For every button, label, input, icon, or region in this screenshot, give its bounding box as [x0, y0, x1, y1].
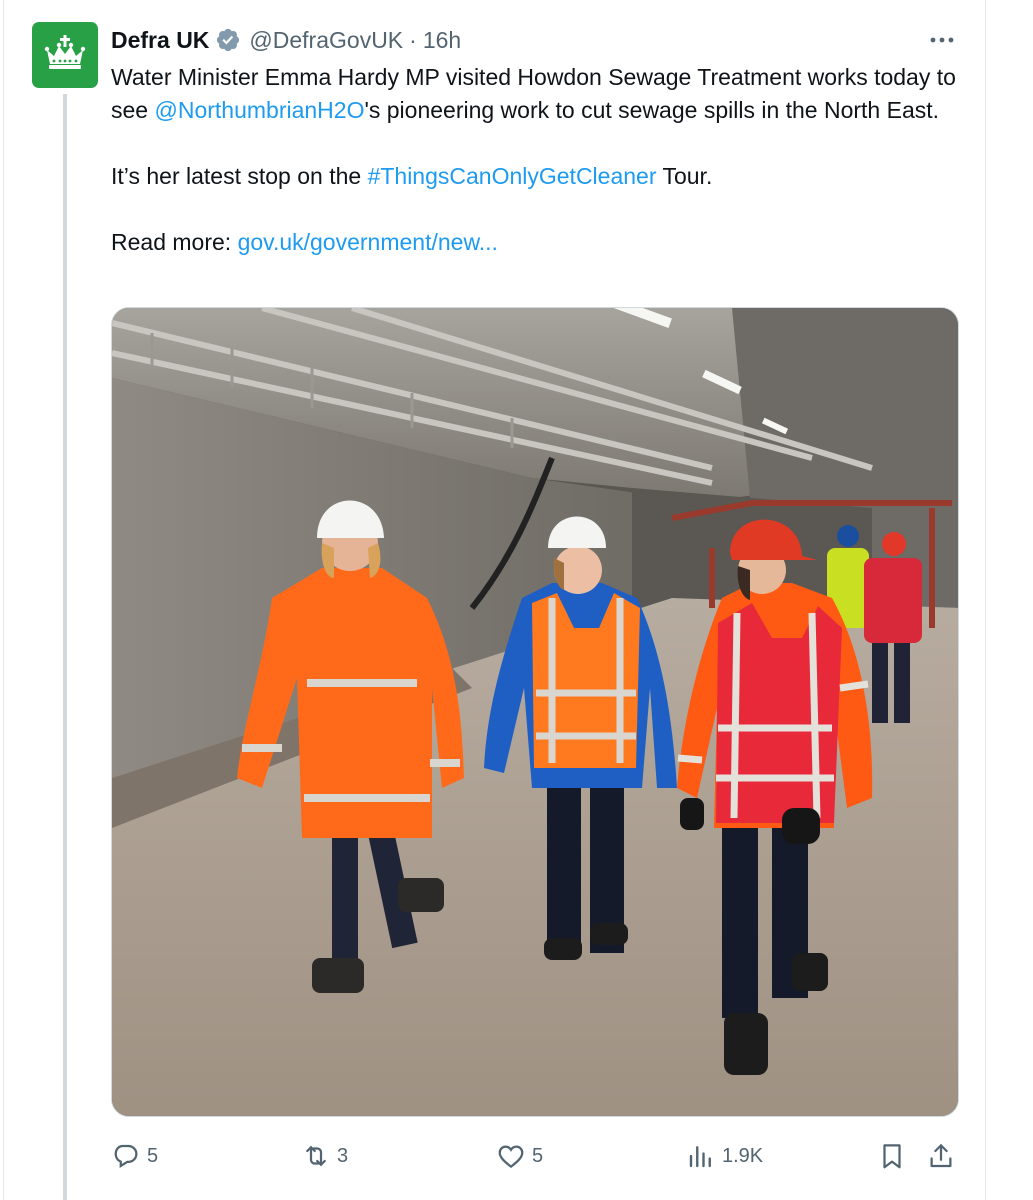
card-border-left [3, 0, 4, 1200]
bookmark-icon [883, 1144, 901, 1169]
repost-button[interactable]: 3 [301, 1138, 348, 1174]
header-separator: · [409, 26, 417, 53]
tweet-paragraph-2: It’s her latest stop on the #ThingsCanOn… [111, 160, 971, 193]
crown-logo-icon [44, 35, 86, 69]
tweet-paragraph-1: Water Minister Emma Hardy MP visited How… [111, 61, 971, 127]
post-time[interactable]: 16h [423, 27, 461, 54]
author-handle[interactable]: @DefraGovUK [249, 27, 403, 54]
url-link[interactable]: gov.uk/government/new... [238, 229, 498, 255]
repost-count: 3 [337, 1144, 349, 1167]
author-display-name[interactable]: Defra UK [111, 27, 209, 54]
avatar[interactable] [32, 22, 98, 88]
like-count: 5 [532, 1144, 544, 1167]
more-options-icon[interactable] [925, 30, 959, 50]
bookmark-button[interactable] [877, 1138, 907, 1174]
reply-button[interactable]: 5 [111, 1138, 158, 1174]
tweet-photo[interactable] [111, 307, 959, 1117]
text-segment: Read more: [111, 229, 238, 255]
text-segment: 's pioneering work to cut sewage spills … [364, 97, 940, 123]
views-chart-icon [689, 1146, 711, 1168]
repost-icon [306, 1146, 326, 1166]
views-button[interactable]: 1.9K [686, 1138, 763, 1174]
like-button[interactable]: 5 [496, 1138, 543, 1174]
heart-icon [498, 1145, 524, 1169]
photo-tunnel-workers-image [112, 308, 958, 1116]
verified-badge-icon[interactable] [215, 27, 241, 53]
tweet-paragraph-3: Read more: gov.uk/government/new... [111, 226, 971, 259]
hashtag-link[interactable]: #ThingsCanOnlyGetCleaner [368, 163, 657, 189]
tweet-card: Defra UK @DefraGovUK · 16h Water Ministe… [0, 0, 1033, 1200]
tweet-text: Water Minister Emma Hardy MP visited How… [111, 61, 971, 259]
tweet-header: Defra UK @DefraGovUK · 16h [111, 24, 461, 56]
thread-line [63, 94, 67, 1200]
views-count: 1.9K [722, 1144, 764, 1167]
share-icon [930, 1144, 952, 1168]
tweet-action-bar: 5 3 5 1.9K [111, 1138, 961, 1174]
card-border-right [985, 0, 986, 1200]
text-segment: Tour. [656, 163, 713, 189]
text-segment: It’s her latest stop on the [111, 163, 368, 189]
share-button[interactable] [926, 1138, 956, 1174]
reply-icon [114, 1144, 138, 1169]
reply-count: 5 [147, 1144, 159, 1167]
mention-link[interactable]: @NorthumbrianH2O [154, 97, 364, 123]
